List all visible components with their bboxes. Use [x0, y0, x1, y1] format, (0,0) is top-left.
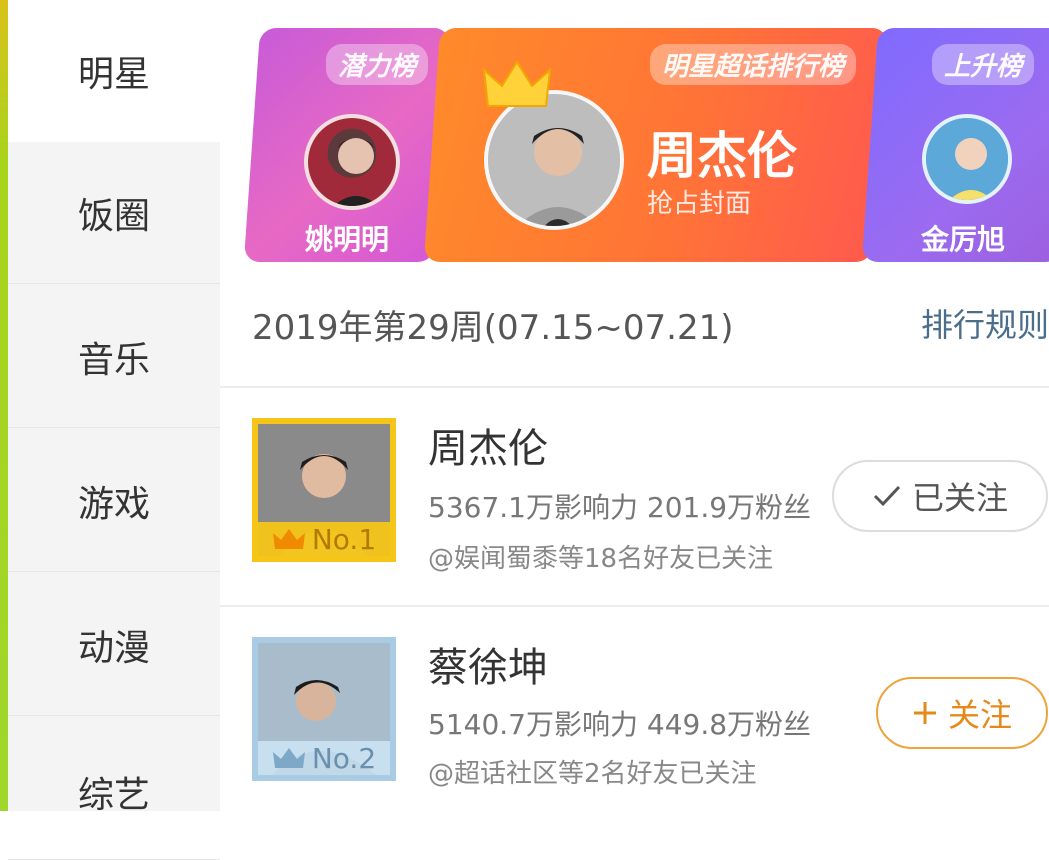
ranking-row[interactable]: No.2 蔡徐坤 5140.7万影响力 449.8万粉丝 @超话社区等2名好友已…: [220, 607, 1049, 825]
person-silhouette-icon: [488, 94, 624, 230]
rising-ranking-card[interactable]: 上升榜 金厉旭: [861, 28, 1049, 262]
rank-number: No.2: [311, 741, 377, 775]
sidebar-item-label: 音乐: [77, 339, 150, 381]
sidebar-item-label: 综艺: [77, 775, 150, 816]
week-title: 2019年第29周(07.15~07.21): [252, 308, 734, 348]
rank-number: No.1: [311, 522, 377, 556]
sidebar-item-label: 明星: [77, 54, 150, 95]
sidebar-item-music[interactable]: 音乐: [8, 286, 220, 428]
follow-button[interactable]: 关注: [876, 677, 1048, 749]
avatar: [922, 114, 1012, 204]
featured-star-name: 周杰伦: [647, 127, 797, 185]
rank-badge: No.1: [258, 522, 390, 556]
follow-label: 已关注: [911, 479, 1008, 517]
potential-ranking-card[interactable]: 潜力榜 姚明明: [243, 28, 451, 262]
sidebar-item-fandom[interactable]: 饭圈: [8, 142, 220, 284]
checkmark-icon: [873, 485, 901, 507]
cover-subtitle: 抢占封面: [647, 189, 752, 219]
star-photo: No.2: [252, 637, 396, 781]
star-ranking-card[interactable]: 明星超话排行榜 周杰伦 抢占封面: [423, 28, 889, 262]
sidebar-item-variety[interactable]: 综艺: [8, 718, 220, 860]
ranking-row[interactable]: No.1 周杰伦 5367.1万影响力 201.9万粉丝 @娱闻蜀黍等18名好友…: [220, 388, 1049, 606]
star-name: 蔡徐坤: [428, 645, 548, 691]
sidebar-item-stars[interactable]: 明星: [8, 0, 220, 142]
category-sidebar: 明星 饭圈 音乐 游戏 动漫 综艺: [0, 0, 220, 860]
star-stats: 5367.1万影响力 201.9万粉丝: [428, 491, 812, 524]
card-tag: 上升榜: [932, 44, 1035, 85]
sidebar-accent-bar: [0, 0, 8, 811]
follow-label: 关注: [947, 696, 1012, 734]
plus-icon: [913, 702, 936, 724]
sidebar-item-games[interactable]: 游戏: [8, 430, 220, 572]
avatar: [304, 114, 400, 210]
ranking-rules-link[interactable]: 排行规则: [921, 300, 1049, 346]
card-tag: 明星超话排行榜: [649, 44, 856, 85]
card-tag: 潜力榜: [325, 44, 428, 85]
card-name: 姚明明: [304, 223, 389, 256]
card-name: 金厉旭: [920, 223, 1005, 256]
sidebar-item-label: 饭圈: [77, 195, 150, 237]
crown-icon: [482, 60, 552, 107]
star-stats: 5140.7万影响力 449.8万粉丝: [428, 708, 812, 741]
friends-followed: @娱闻蜀黍等18名好友已关注: [428, 544, 774, 574]
star-name: 周杰伦: [428, 426, 548, 472]
followed-button[interactable]: 已关注: [832, 460, 1048, 532]
crown-icon: [272, 529, 305, 549]
person-silhouette-icon: [926, 118, 1012, 204]
friends-followed: @超话社区等2名好友已关注: [428, 759, 757, 789]
sidebar-item-label: 动漫: [77, 627, 150, 669]
rank-badge: No.2: [258, 741, 390, 775]
week-header: 2019年第29周(07.15~07.21) 排行规则: [252, 300, 1049, 350]
crown-icon: [272, 748, 305, 768]
star-photo: No.1: [252, 418, 396, 562]
sidebar-item-label: 游戏: [77, 483, 150, 525]
person-silhouette-icon: [326, 138, 386, 210]
sidebar-item-anime[interactable]: 动漫: [8, 574, 220, 716]
